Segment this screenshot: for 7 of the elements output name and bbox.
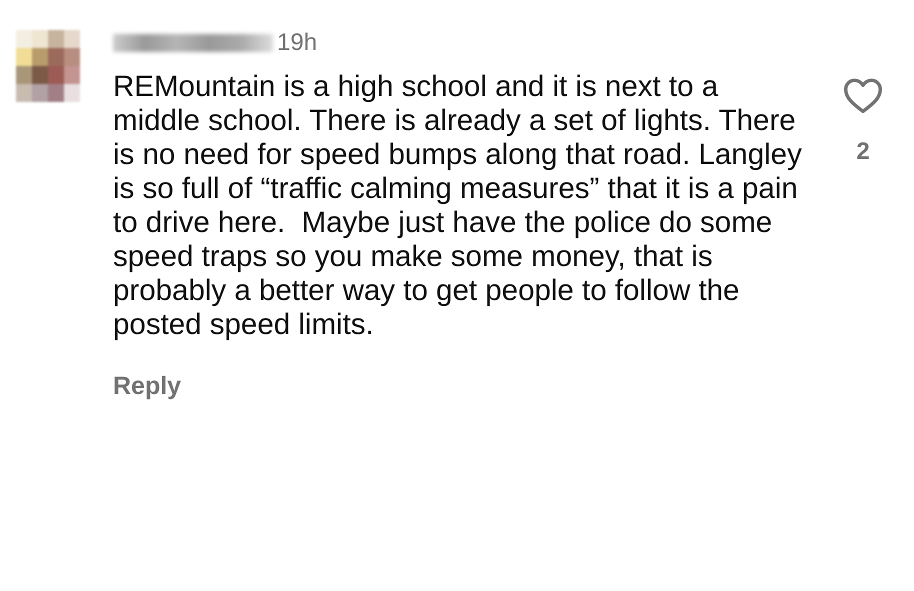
comment-text: REMountain is a high school and it is next to a middle school. There is already a set of lights. There is no need for speed bumps along that road. Langley is so full of “traffic calming measures” that it is a pain to drive here. Maybe just have the police do some speed traps so you make some money, that is probably a better way to get people to follow the posted speed limits. <box>113 70 803 342</box>
like-count: 2 <box>856 138 870 166</box>
comment-time: 19h <box>277 29 318 57</box>
avatar-image <box>16 30 80 102</box>
heart-icon <box>842 76 884 114</box>
reply-button[interactable]: Reply <box>113 372 182 401</box>
like-button[interactable] <box>842 76 884 114</box>
